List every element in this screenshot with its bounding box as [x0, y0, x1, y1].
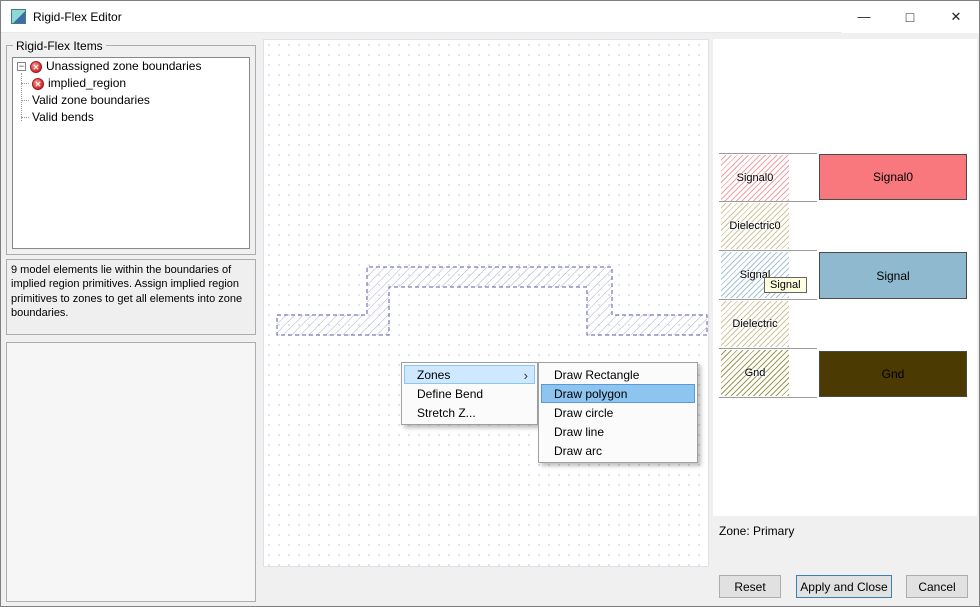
layer-box-label: Signal0 — [873, 170, 913, 184]
zone-boundary-graphic — [264, 40, 710, 568]
menu-item-label: Stretch Z... — [417, 406, 476, 420]
stackup-layer-dielectric[interactable]: Dielectric — [719, 300, 817, 349]
tree-branch-line — [21, 117, 29, 118]
titlebar: Rigid-Flex Editor — □ ✕ — [1, 1, 979, 33]
tree-branch-line — [21, 83, 29, 84]
stackup-layer-gnd[interactable]: Gnd — [719, 349, 817, 398]
menu-item-label: Draw circle — [554, 406, 613, 420]
menu-item-define-bend[interactable]: Define Bend — [404, 384, 535, 403]
tree-item-valid-zone-boundaries[interactable]: Valid zone boundaries — [13, 92, 249, 109]
stackup-layer-dielectric0[interactable]: Dielectric0 — [719, 202, 817, 251]
window-title: Rigid-Flex Editor — [33, 10, 122, 24]
collapse-icon[interactable]: − — [17, 62, 26, 71]
menu-item-draw-circle[interactable]: Draw circle — [541, 403, 695, 422]
layer-box-signal0[interactable]: Signal0 — [819, 154, 967, 200]
layer-box-gnd[interactable]: Gnd — [819, 351, 967, 397]
error-icon: ✕ — [32, 78, 44, 90]
tree-item-label: Unassigned zone boundaries — [46, 58, 201, 75]
menu-item-draw-rectangle[interactable]: Draw Rectangle — [541, 365, 695, 384]
layer-tooltip: Signal — [764, 277, 807, 293]
validation-message: 9 model elements lie within the boundari… — [6, 259, 256, 335]
layer-label: Dielectric — [721, 300, 789, 348]
menu-item-draw-polygon[interactable]: Draw polygon — [541, 384, 695, 403]
menu-item-label: Zones — [417, 368, 450, 382]
menu-item-label: Define Bend — [417, 387, 483, 401]
layer-label: Gnd — [721, 349, 789, 397]
tree-item-label: Valid zone boundaries — [32, 92, 150, 109]
zones-submenu: Draw Rectangle Draw polygon Draw circle … — [538, 362, 698, 463]
tree-item-label: implied_region — [48, 75, 126, 92]
error-icon: ✕ — [30, 61, 42, 73]
close-button[interactable]: ✕ — [933, 1, 979, 33]
menu-item-label: Draw line — [554, 425, 604, 439]
menu-item-label: Draw Rectangle — [554, 368, 639, 382]
implied-region-shape[interactable] — [277, 267, 707, 335]
maximize-button[interactable]: □ — [887, 1, 933, 33]
minimize-button[interactable]: — — [841, 1, 887, 33]
cancel-button[interactable]: Cancel — [906, 575, 968, 598]
layer-label: Signal0 — [721, 154, 789, 201]
submenu-arrow-icon: › — [524, 366, 528, 385]
tree-branch-line — [21, 100, 29, 101]
detail-panel — [6, 342, 256, 602]
stackup-layer-signal0[interactable]: Signal0 — [719, 153, 817, 202]
reset-button[interactable]: Reset — [719, 575, 781, 598]
rigid-flex-editor-window: Rigid-Flex Editor — □ ✕ Rigid-Flex Items… — [0, 0, 980, 607]
context-menu: Zones › Define Bend Stretch Z... — [401, 362, 538, 425]
menu-item-label: Draw polygon — [554, 387, 627, 401]
layout-canvas[interactable] — [263, 39, 709, 567]
menu-item-stretch-z[interactable]: Stretch Z... — [404, 403, 535, 422]
menu-item-label: Draw arc — [554, 444, 602, 458]
layer-box-signal[interactable]: Signal — [819, 252, 967, 299]
layer-box-label: Signal — [876, 269, 909, 283]
layer-box-label: Gnd — [882, 367, 905, 381]
tree-item-label: Valid bends — [32, 109, 94, 126]
menu-item-zones[interactable]: Zones › — [404, 365, 535, 384]
rigid-flex-items-tree[interactable]: − ✕ Unassigned zone boundaries ✕ implied… — [12, 57, 250, 249]
tree-item-implied-region[interactable]: ✕ implied_region — [13, 75, 249, 92]
menu-item-draw-arc[interactable]: Draw arc — [541, 441, 695, 460]
app-icon — [11, 9, 26, 24]
tree-item-unassigned-zone-boundaries[interactable]: − ✕ Unassigned zone boundaries — [13, 58, 249, 75]
zone-label: Zone: Primary — [719, 524, 794, 538]
menu-item-draw-line[interactable]: Draw line — [541, 422, 695, 441]
layer-label: Dielectric0 — [721, 202, 789, 250]
apply-and-close-button[interactable]: Apply and Close — [796, 575, 892, 598]
group-title: Rigid-Flex Items — [13, 39, 106, 53]
tree-item-valid-bends[interactable]: Valid bends — [13, 109, 249, 126]
